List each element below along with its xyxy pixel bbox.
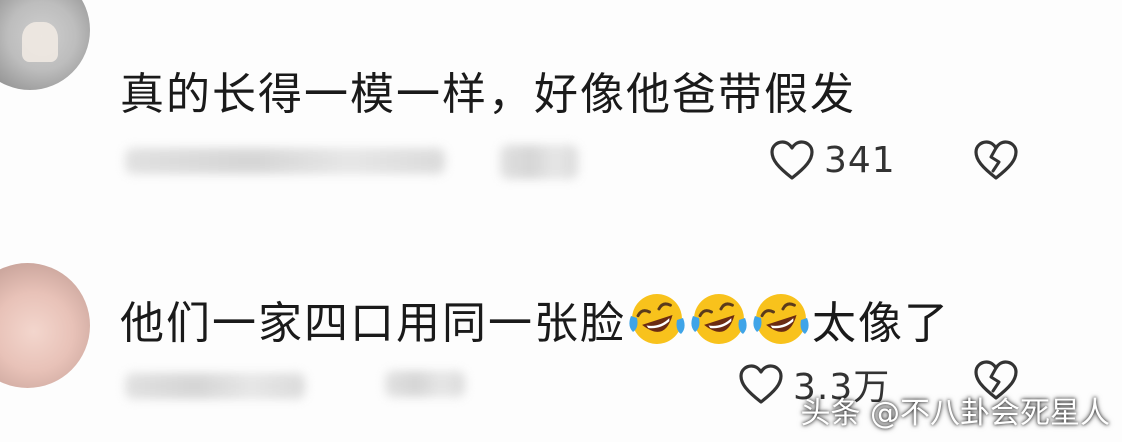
blurred-meta-info bbox=[500, 145, 578, 179]
heart-outline-icon bbox=[739, 364, 783, 404]
avatar[interactable] bbox=[0, 0, 90, 90]
blurred-meta-info bbox=[385, 371, 465, 397]
comment-text-before-emoji: 他们一家四口用同一张脸 bbox=[120, 298, 626, 349]
like-button[interactable]: 341 bbox=[768, 138, 896, 182]
comment-text-after-emoji: 太像了 bbox=[812, 298, 950, 349]
broken-heart-icon bbox=[974, 140, 1018, 180]
face-with-tears-of-joy-icon bbox=[690, 290, 748, 348]
comment-text-content: 真的长得一模一样，好像他爸带假发 bbox=[120, 69, 856, 120]
avatar[interactable] bbox=[0, 263, 90, 388]
watermark: 头条 @不八卦会死星人 bbox=[800, 396, 1110, 431]
comment-item: 真的长得一模一样，好像他爸带假发 341 bbox=[0, 0, 1122, 215]
dislike-button[interactable] bbox=[972, 138, 1020, 182]
avatar-image bbox=[22, 22, 58, 62]
face-with-tears-of-joy-icon bbox=[628, 290, 686, 348]
face-with-tears-of-joy-icon bbox=[752, 290, 810, 348]
blurred-meta-info bbox=[125, 148, 445, 174]
heart-outline-icon bbox=[770, 140, 814, 180]
comment-text: 真的长得一模一样，好像他爸带假发 bbox=[120, 58, 856, 122]
comment-text: 他们一家四口用同一张脸 太像了 bbox=[120, 287, 950, 351]
blurred-meta-info bbox=[125, 373, 305, 399]
like-count: 341 bbox=[824, 139, 896, 181]
